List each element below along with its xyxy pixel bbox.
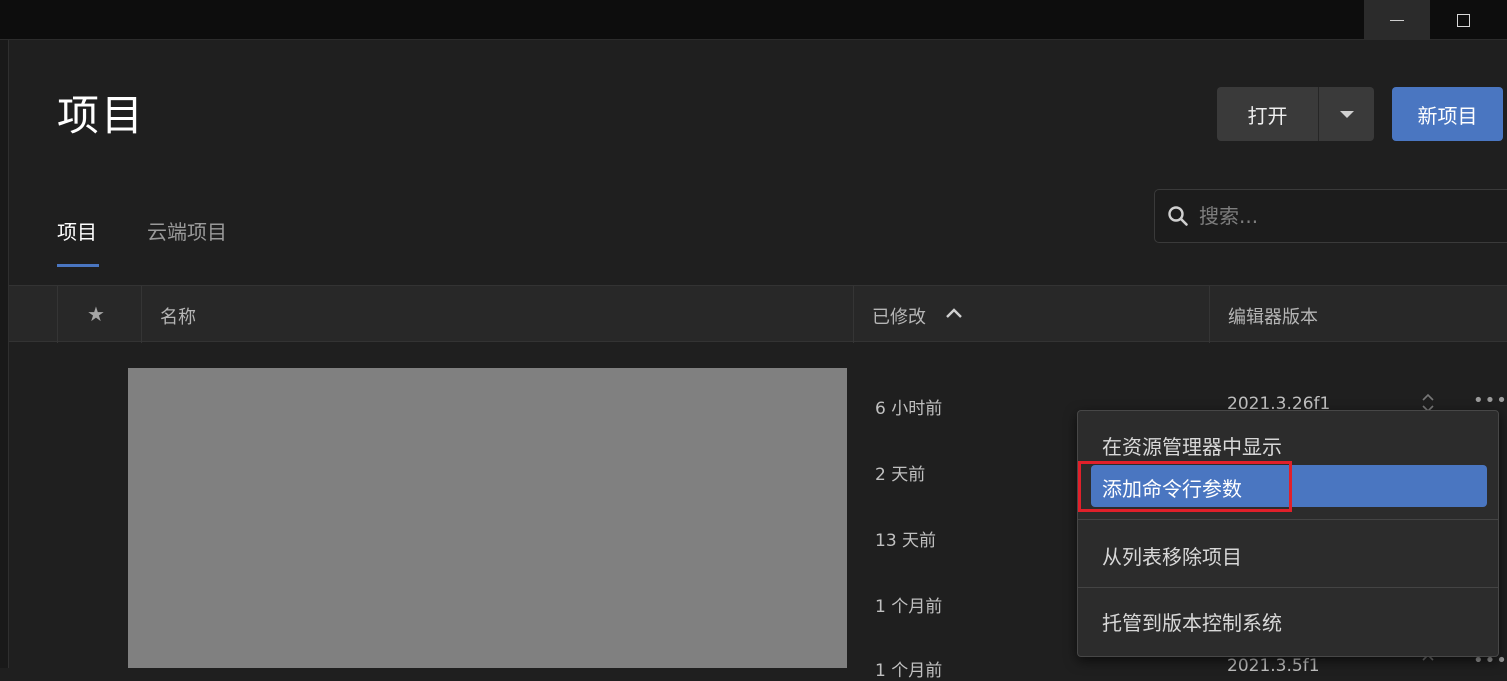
menu-item-version-control[interactable]: 托管到版本控制系统: [1078, 607, 1498, 636]
column-header-editor-version[interactable]: 编辑器版本: [1228, 303, 1318, 329]
favorite-column-star-icon[interactable]: ★: [87, 302, 105, 326]
editor-version-cell[interactable]: 2021.3.5f1: [1227, 656, 1320, 676]
context-menu: 在资源管理器中显示 添加命令行参数 从列表移除项目 托管到版本控制系统: [1077, 410, 1499, 657]
column-divider: [1209, 286, 1210, 343]
tab-cloud-projects[interactable]: 云端项目: [147, 216, 227, 245]
left-sidebar-edge: [0, 40, 9, 668]
new-project-button[interactable]: 新项目: [1392, 87, 1503, 141]
modified-cell: 1 个月前: [875, 597, 943, 617]
open-dropdown-button[interactable]: [1319, 87, 1374, 141]
page-title: 项目: [57, 91, 146, 140]
open-button[interactable]: 打开: [1217, 87, 1319, 141]
search-input[interactable]: [1199, 198, 1499, 234]
title-bar: [0, 0, 1507, 40]
modified-cell: 1 个月前: [875, 661, 943, 681]
modified-cell: 13 天前: [875, 531, 937, 551]
project-thumbnail-redacted: [128, 368, 847, 668]
column-header-modified[interactable]: 已修改: [872, 303, 926, 329]
tab-projects[interactable]: 项目: [57, 216, 97, 245]
column-divider: [853, 286, 854, 343]
modified-cell: 6 小时前: [875, 399, 943, 419]
menu-item-show-in-explorer[interactable]: 在资源管理器中显示: [1078, 431, 1498, 460]
maximize-button[interactable]: [1430, 0, 1496, 40]
open-button-group: 打开: [1217, 87, 1374, 141]
menu-divider: [1078, 519, 1498, 520]
menu-divider: [1078, 587, 1498, 588]
sort-ascending-icon[interactable]: [945, 306, 963, 320]
more-options-icon[interactable]: •••: [1473, 390, 1507, 411]
modified-cell: 2 天前: [875, 465, 926, 485]
column-header-name[interactable]: 名称: [160, 303, 196, 329]
minimize-icon: [1390, 19, 1404, 21]
search-box: [1154, 189, 1507, 243]
minimize-button[interactable]: [1364, 0, 1430, 40]
search-icon: [1168, 206, 1188, 226]
chevron-down-icon: [1339, 110, 1354, 118]
maximize-icon: [1456, 13, 1470, 27]
annotation-highlight-box: [1078, 461, 1292, 512]
column-divider: [141, 286, 142, 343]
active-tab-indicator: [57, 264, 99, 267]
table-header: ★ 名称 已修改 编辑器版本: [9, 285, 1507, 343]
menu-item-remove-from-list[interactable]: 从列表移除项目: [1078, 541, 1498, 570]
column-divider: [57, 286, 58, 343]
